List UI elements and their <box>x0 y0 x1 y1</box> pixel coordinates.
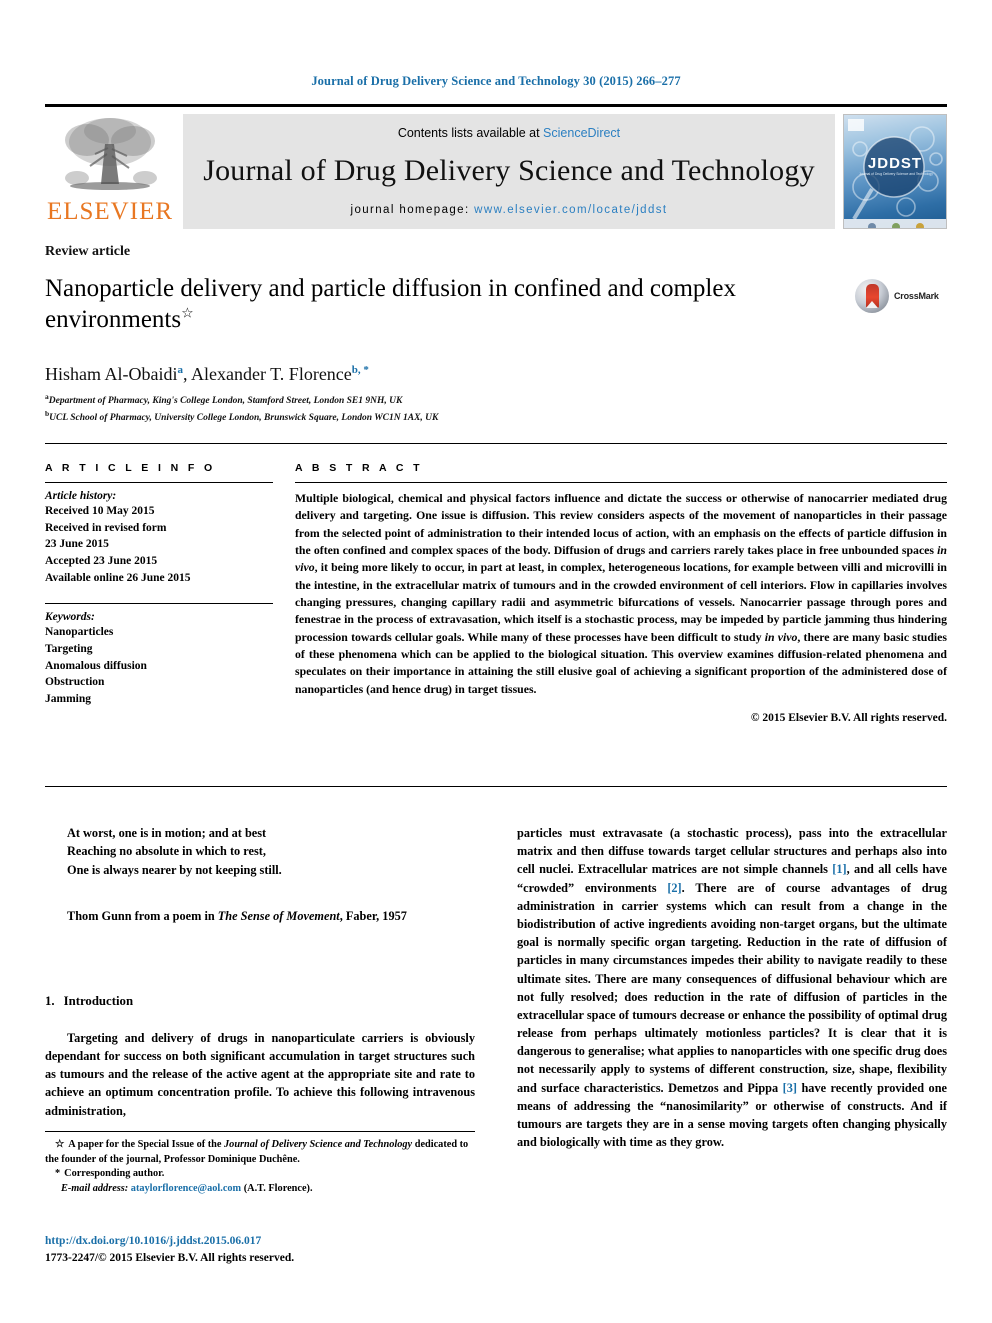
section-divider-top <box>45 443 947 444</box>
keyword-item: Obstruction <box>45 676 105 689</box>
doi-link[interactable]: http://dx.doi.org/10.1016/j.jddst.2015.0… <box>45 1233 485 1250</box>
journal-masthead: ELSEVIER Contents lists available at Sci… <box>45 104 947 235</box>
contents-prefix: Contents lists available at <box>397 125 544 140</box>
elsevier-tree-icon <box>57 114 163 198</box>
email-link[interactable]: ataylorflorence@aol.com <box>131 1183 241 1194</box>
article-info-heading: A R T I C L E I N F O <box>45 462 216 474</box>
article-type-label: Review article <box>45 244 131 259</box>
introduction-paragraph: Targeting and delivery of drugs in nanop… <box>45 1030 475 1118</box>
footnote-special-issue: ☆ A paper for the Special Issue of the Jo… <box>45 1138 475 1167</box>
epigraph-source-prefix: Thom Gunn from a poem in <box>67 909 218 924</box>
masthead-center: Contents lists available at ScienceDirec… <box>183 114 835 229</box>
body-columns: At worst, one is in motion; and at best … <box>45 824 947 1151</box>
info-abstract-row: A R T I C L E I N F O Article history: R… <box>45 462 947 724</box>
cover-subtitle: Journal of Drug Delivery Science and Tec… <box>858 172 933 176</box>
keyword-item: Jamming <box>45 693 91 706</box>
history-item: Received in revised form <box>45 521 167 534</box>
crossmark-badge[interactable]: CrossMark <box>855 279 947 313</box>
publication-footer: http://dx.doi.org/10.1016/j.jddst.2015.0… <box>45 1233 485 1266</box>
journal-homepage-line: journal homepage: www.elsevier.com/locat… <box>350 204 667 216</box>
citation-link-2[interactable]: [2] <box>667 881 681 895</box>
epigraph-line: At worst, one is in motion; and at best <box>67 826 267 840</box>
affiliation-item-a: aDepartment of Pharmacy, King's College … <box>45 391 947 408</box>
keyword-item: Nanoparticles <box>45 626 114 639</box>
affiliation-text-b: UCL School of Pharmacy, University Colle… <box>49 413 439 424</box>
footnote-corresponding-text: Corresponding author. <box>64 1168 165 1180</box>
abstract-rule <box>295 482 947 483</box>
abstract-part-1: Multiple biological, chemical and physic… <box>295 491 947 557</box>
epigraph-source-suffix: , Faber, 1957 <box>339 909 407 924</box>
abstract-text: Multiple biological, chemical and physic… <box>295 490 947 698</box>
footnote-corresponding-author: * Corresponding author. <box>45 1167 475 1182</box>
rc-part-3: . There are of course advantages of drug… <box>517 880 947 1095</box>
citation-link-1[interactable]: [1] <box>832 862 846 876</box>
right-column-paragraph: particles must extravasate (a stochastic… <box>517 824 947 1151</box>
article-info-rule <box>45 482 273 483</box>
author-list: Hisham Al-Obaidia, Alexander T. Florence… <box>45 364 947 385</box>
history-item: Accepted 23 June 2015 <box>45 555 158 568</box>
homepage-label: journal homepage: <box>350 203 475 216</box>
article-info-column: A R T I C L E I N F O Article history: R… <box>45 462 295 724</box>
history-item: Received 10 May 2015 <box>45 505 155 517</box>
running-head: Journal of Drug Delivery Science and Tec… <box>311 74 681 88</box>
section-number: 1. <box>45 993 55 1008</box>
keyword-item: Anomalous diffusion <box>45 659 147 672</box>
footnote-email-line: E-mail address: ataylorflorence@aol.com … <box>61 1182 475 1197</box>
left-column: At worst, one is in motion; and at best … <box>45 824 475 1151</box>
journal-cover-thumbnail: JDDST Journal of Drug Delivery Science a… <box>843 114 947 229</box>
footnote-asterisk-marker: * <box>55 1168 61 1180</box>
page-title: Nanoparticle delivery and particle diffu… <box>45 273 855 335</box>
sciencedirect-link[interactable]: ScienceDirect <box>543 126 620 140</box>
footnote-star-marker: ☆ <box>55 1139 65 1150</box>
keywords-rule <box>45 603 273 605</box>
crossmark-icon <box>855 279 889 313</box>
affiliation-text-a: Department of Pharmacy, King's College L… <box>48 396 403 407</box>
article-title-text: Nanoparticle delivery and particle diffu… <box>45 275 736 333</box>
homepage-url-link[interactable]: www.elsevier.com/locate/jddst <box>474 204 667 216</box>
article-page: Journal of Drug Delivery Science and Tec… <box>0 0 992 1323</box>
keywords-label: Keywords: <box>45 611 95 624</box>
footnote-star-italic: Journal of Delivery Science and Technolo… <box>224 1139 413 1150</box>
epigraph-source-title: The Sense of Movement <box>217 909 340 924</box>
epigraph-source: Thom Gunn from a poem in The Sense of Mo… <box>67 907 475 925</box>
abstract-heading: A B S T R A C T <box>295 462 423 474</box>
abstract-column: A B S T R A C T Multiple biological, che… <box>295 462 947 724</box>
crossmark-label: CrossMark <box>894 291 939 301</box>
author-name-1: Alexander T. Florence <box>191 364 352 384</box>
abstract-copyright: © 2015 Elsevier B.V. All rights reserved… <box>750 711 947 724</box>
history-item: 23 June 2015 <box>45 538 109 551</box>
elsevier-wordmark: ELSEVIER <box>46 198 174 225</box>
cover-title: JDDST <box>867 155 923 172</box>
keyword-item: Targeting <box>45 643 93 656</box>
epigraph-poem: At worst, one is in motion; and at best … <box>67 824 475 879</box>
epigraph-line: One is always nearer by not keeping stil… <box>67 862 282 877</box>
author-name-0: Hisham Al-Obaidi <box>45 364 178 384</box>
history-item: Available online 26 June 2015 <box>45 571 191 584</box>
affiliation-item-b: bUCL School of Pharmacy, University Coll… <box>45 408 947 425</box>
section-title-text: Introduction <box>63 993 134 1008</box>
section-divider-bottom <box>45 786 947 787</box>
footnote-star-prefix: A paper for the Special Issue of the <box>68 1139 225 1150</box>
abstract-italic-2: in vivo <box>764 629 798 644</box>
contents-available-line: Contents lists available at ScienceDirec… <box>398 126 620 140</box>
footnotes-block: ☆ A paper for the Special Issue of the Jo… <box>45 1131 475 1196</box>
issn-copyright-line: 1773-2247/© 2015 Elsevier B.V. All right… <box>45 1251 295 1264</box>
epigraph-line: Reaching no absolute in which to rest, <box>67 844 266 859</box>
author-marks-1[interactable]: b, * <box>352 364 369 376</box>
article-history-list: Received 10 May 2015 Received in revised… <box>45 503 273 586</box>
citation-link-3[interactable]: [3] <box>783 1081 797 1095</box>
right-column: particles must extravasate (a stochastic… <box>517 824 947 1151</box>
title-footnote-marker[interactable]: ☆ <box>181 307 194 322</box>
author-separator: , <box>183 364 192 384</box>
email-attribution: (A.T. Florence). <box>243 1182 313 1194</box>
section-heading-introduction: 1. Introduction <box>45 994 475 1009</box>
title-block: Review article Nanoparticle delivery and… <box>45 244 947 335</box>
elsevier-logo: ELSEVIER <box>45 110 175 235</box>
affiliation-list: aDepartment of Pharmacy, King's College … <box>45 391 947 426</box>
email-label: E-mail address: <box>61 1182 129 1194</box>
keywords-list: Nanoparticles Targeting Anomalous diffus… <box>45 624 273 707</box>
article-history-label: Article history: <box>45 490 117 502</box>
journal-title: Journal of Drug Delivery Science and Tec… <box>203 153 815 187</box>
